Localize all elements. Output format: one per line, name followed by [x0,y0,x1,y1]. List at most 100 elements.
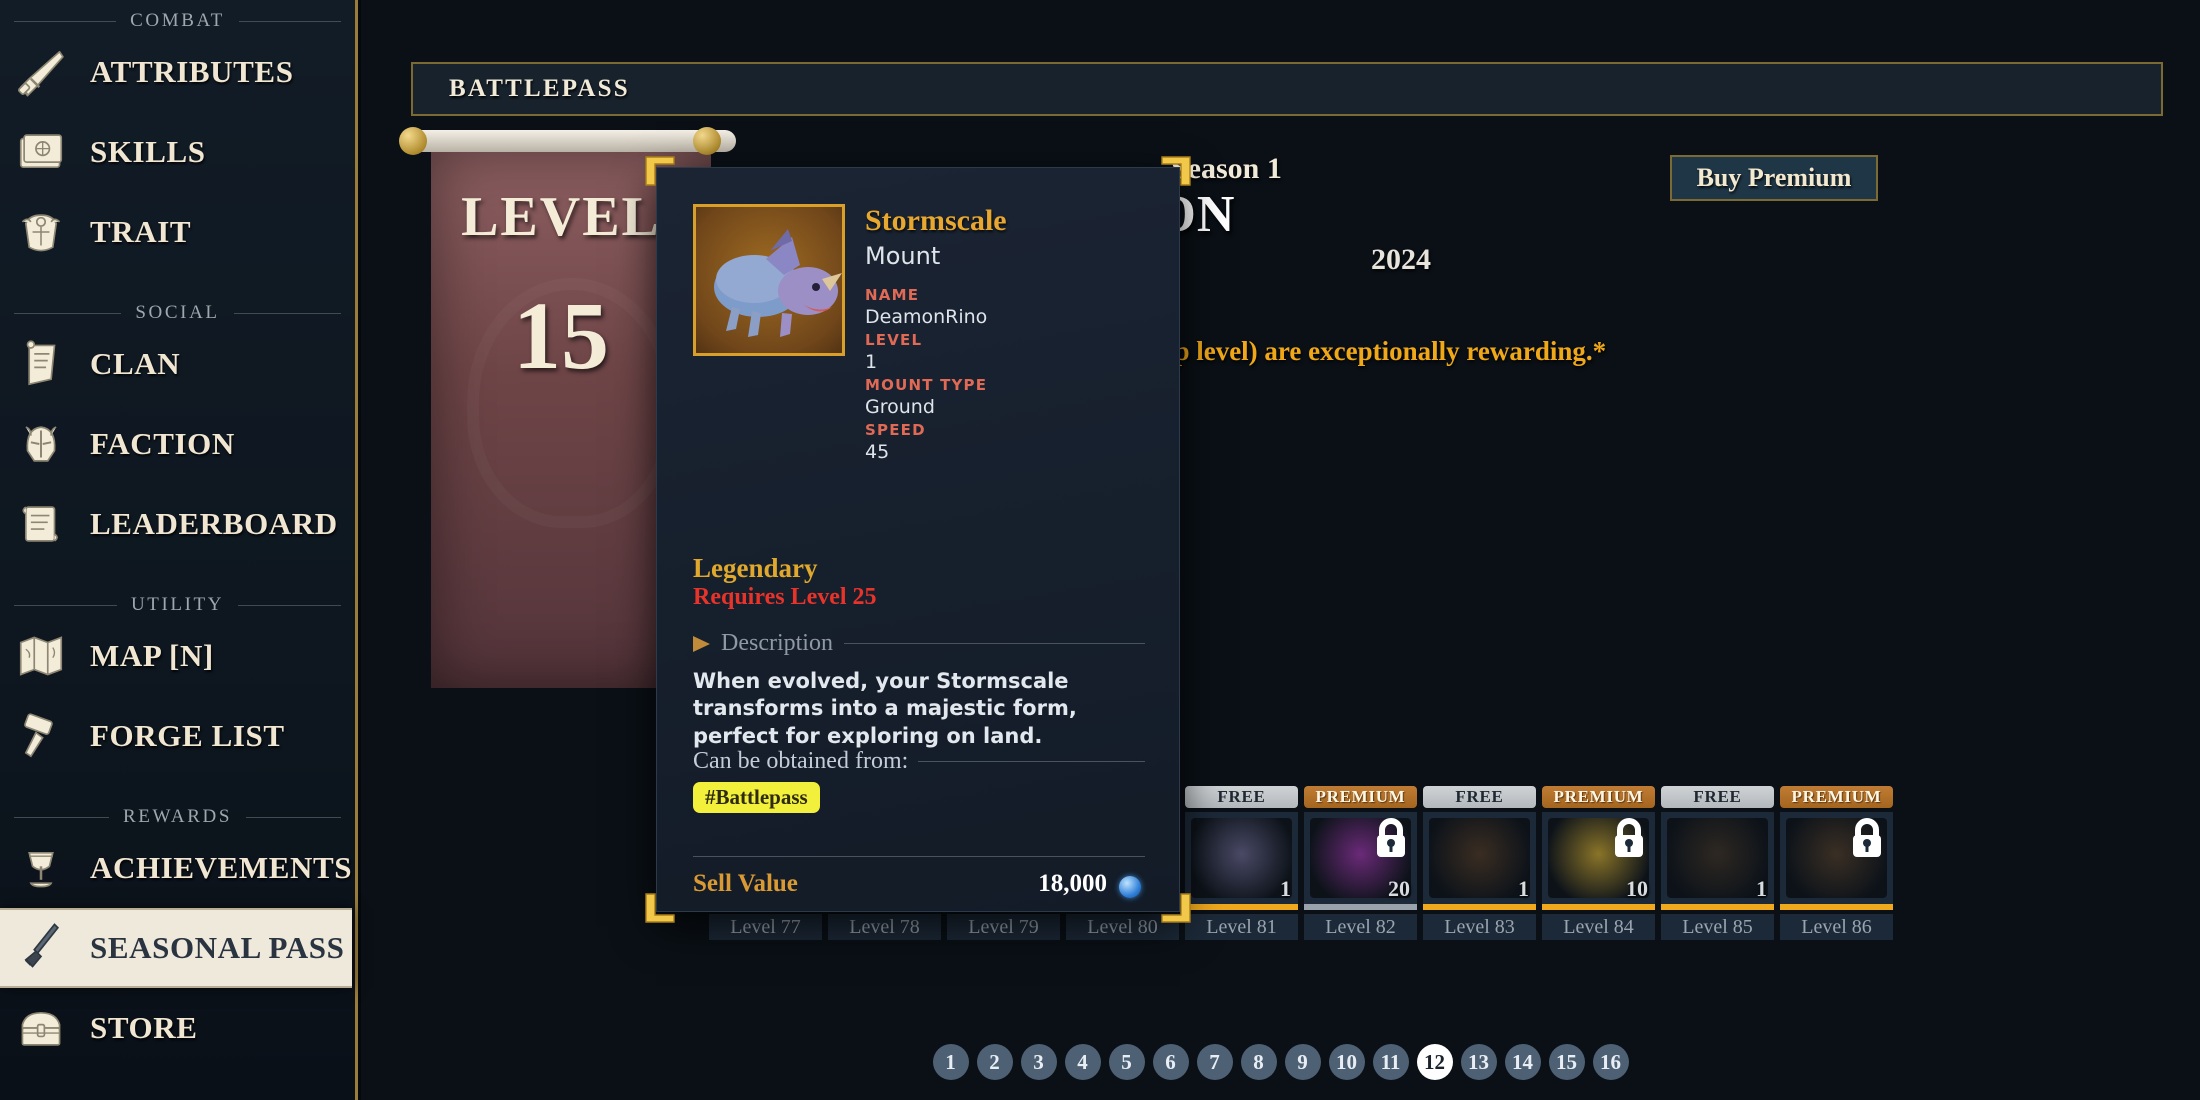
sidebar-item-label: SEASONAL PASS [90,930,345,965]
item-name: Stormscale [865,204,1007,237]
page-button-8[interactable]: 8 [1240,1044,1277,1080]
divider [238,604,341,606]
tier-badge: PREMIUM [1780,786,1893,808]
description-header: Description [693,630,1145,657]
page-button-9[interactable]: 9 [1284,1044,1321,1080]
sidebar-group-label: COMBAT [130,10,225,31]
reward-level-label: Level 83 [1423,914,1536,940]
window-titlebar: BATTLEPASS [411,62,2163,116]
sidebar-group-combat: COMBAT [0,10,355,32]
banner-knob-left-icon [399,127,427,155]
gem-icon [1119,876,1141,898]
sidebar-item-leaderboard[interactable]: LEADERBOARD [0,484,355,564]
reward-art-container: 1 [1185,812,1298,904]
page-button-13[interactable]: 13 [1460,1044,1497,1080]
page-button-14[interactable]: 14 [1504,1044,1541,1080]
divider [14,312,122,314]
banner-scroll-icon [8,333,74,395]
mount-creature-icon [714,229,842,337]
page-button-6[interactable]: 6 [1152,1044,1189,1080]
reward-level-label: Level 81 [1185,914,1298,940]
banner-rod [406,130,736,152]
sidebar-item-clan[interactable]: CLAN [0,324,355,404]
reward-card[interactable]: FREE 1 Level 85 [1661,786,1774,940]
sell-value-amount: 18,000 [1038,870,1107,897]
reward-quantity: 20 [1388,876,1410,901]
tier-badge: PREMIUM [1304,786,1417,808]
rarity-bar [1780,904,1893,910]
page-button-15[interactable]: 15 [1548,1044,1585,1080]
sell-value-label: Sell Value [693,870,798,897]
reward-card[interactable]: PREMIUM 20 Level 82 [1304,786,1417,940]
map-icon [8,625,74,687]
pagination: 1 2 3 4 5 6 7 8 9 10 11 12 13 14 15 16 [361,1044,2200,1080]
corner-ornament-icon [1158,155,1192,189]
sidebar-item-achievements[interactable]: ACHIEVEMENTS [0,828,355,908]
divider [233,312,341,314]
divider [693,856,1145,857]
reward-level-label: Level 82 [1304,914,1417,940]
reward-item-icon [1667,818,1768,898]
page-button-5[interactable]: 5 [1108,1044,1145,1080]
chalice-icon [8,837,74,899]
reward-art-container: 1 [1423,812,1536,904]
divider [918,761,1145,762]
tier-badge: FREE [1661,786,1774,808]
sidebar-group-label: UTILITY [130,594,225,615]
book-icon [8,121,74,183]
reward-card[interactable]: PREMIUM 10 Level 84 [1542,786,1655,940]
reward-quantity: 10 [1626,876,1648,901]
scroll-icon [8,493,74,555]
page-button-3[interactable]: 3 [1020,1044,1057,1080]
sidebar-item-trait[interactable]: TRAIT [0,192,355,272]
page-button-7[interactable]: 7 [1196,1044,1233,1080]
reward-art-container: 1 [1661,812,1774,904]
sidebar-item-label: LEADERBOARD [90,506,338,541]
dagger-icon [8,917,74,979]
sidebar-item-map-n[interactable]: MAP [N] [0,616,355,696]
armor-icon [8,201,74,263]
page-button-12[interactable]: 12 [1416,1044,1453,1080]
item-required-level: Requires Level 25 [693,584,877,610]
reward-level-label: Level 77 [709,914,822,940]
page-button-10[interactable]: 10 [1328,1044,1365,1080]
reward-quantity: 1 [1756,876,1767,901]
rarity-bar [1423,904,1536,910]
stat-name: NAME DeamonRino [865,286,988,328]
buy-premium-button[interactable]: Buy Premium [1670,155,1878,201]
reward-level-label: Level 79 [947,914,1060,940]
battlepass-screen: COMBAT ATTRIBUTES SKILLS TRAIT SOCIAL CLAN FAC… [0,0,2200,1100]
rarity-bar [1661,904,1774,910]
sidebar-item-attributes[interactable]: ATTRIBUTES [0,32,355,112]
sidebar-item-store[interactable]: STORE [0,988,355,1068]
sidebar-item-label: STORE [90,1010,198,1045]
divider [238,20,342,22]
reward-card[interactable]: FREE 1 Level 81 [1185,786,1298,940]
reward-card[interactable]: PREMIUM Level 86 [1780,786,1893,940]
sidebar-item-label: TRAIT [90,214,192,249]
reward-item-icon [1191,818,1292,898]
reward-card[interactable]: FREE 1 Level 83 [1423,786,1536,940]
tier-badge: FREE [1423,786,1536,808]
page-button-1[interactable]: 1 [932,1044,969,1080]
obtain-source-tag[interactable]: #Battlepass [693,782,820,813]
rarity-bar [1304,904,1417,910]
sidebar-item-forge-list[interactable]: FORGE LIST [0,696,355,776]
reward-art-container: 20 [1304,812,1417,904]
sidebar-item-seasonal-pass[interactable]: SEASONAL PASS [0,908,352,988]
sidebar-item-faction[interactable]: FACTION [0,404,355,484]
page-button-16[interactable]: 16 [1592,1044,1629,1080]
divider [843,643,1145,644]
reward-art-container: 10 [1542,812,1655,904]
sidebar-item-skills[interactable]: SKILLS [0,112,355,192]
page-button-4[interactable]: 4 [1064,1044,1101,1080]
reward-level-label: Level 86 [1780,914,1893,940]
divider [246,816,341,818]
page-button-11[interactable]: 11 [1372,1044,1409,1080]
reward-level-label: Level 85 [1661,914,1774,940]
page-button-2[interactable]: 2 [976,1044,1013,1080]
reward-art-container [1780,812,1893,904]
sidebar-item-label: CLAN [90,346,181,381]
divider [14,816,109,818]
helmet-icon [8,413,74,475]
